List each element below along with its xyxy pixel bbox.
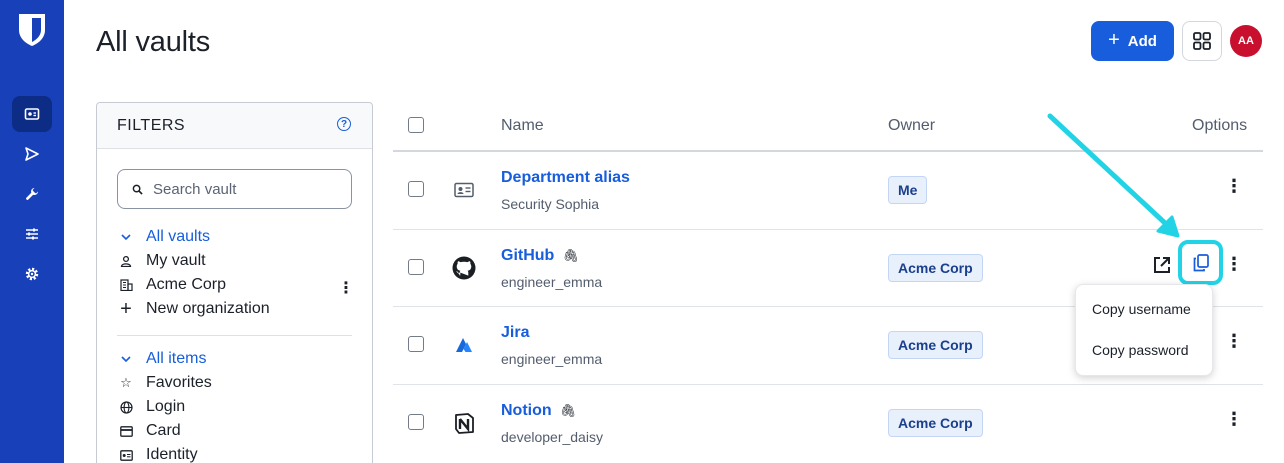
row-options-icon[interactable]: ⋮: [1225, 176, 1243, 196]
product-switcher-button[interactable]: [1182, 21, 1222, 61]
item-name-link[interactable]: Notion 🖇: [501, 402, 576, 420]
row-divider: [393, 384, 1263, 385]
id-card-icon: [119, 449, 133, 461]
filter-identity[interactable]: Identity: [119, 444, 198, 463]
jira-icon: [452, 333, 476, 357]
filter-favorites[interactable]: ☆ Favorites: [119, 372, 212, 394]
filter-my-vault-label: My vault: [146, 252, 206, 269]
row-checkbox[interactable]: [408, 414, 424, 430]
filters-divider: [117, 335, 352, 336]
owner-badge: Acme Corp: [888, 409, 983, 437]
owner-badge: Acme Corp: [888, 254, 983, 282]
globe-icon: [119, 400, 133, 414]
column-header-name[interactable]: Name: [501, 117, 544, 135]
copy-username-menu-item[interactable]: Copy username: [1092, 301, 1191, 317]
search-field[interactable]: [117, 169, 352, 209]
filters-panel: FILTERS ? All vaults My vault Acme Corp …: [96, 102, 373, 463]
owner-badge: Acme Corp: [888, 331, 983, 359]
item-name-link[interactable]: GitHub 🖇: [501, 247, 579, 265]
send-icon: [25, 147, 39, 161]
item-subtitle: Security Sophia: [501, 196, 600, 212]
shield-logo-icon[interactable]: [17, 12, 47, 48]
id-card-icon: [452, 178, 476, 202]
plus-icon: +: [1108, 29, 1120, 51]
item-name-link[interactable]: Department alias: [501, 169, 630, 187]
sidebar: [0, 0, 64, 463]
filter-new-organization[interactable]: + New organization: [119, 297, 270, 320]
credit-card-icon: [119, 425, 133, 437]
github-icon: [452, 256, 476, 280]
item-name-text: Notion: [501, 402, 552, 419]
filter-all-items[interactable]: All items: [119, 348, 206, 370]
add-button[interactable]: + Add: [1091, 21, 1174, 61]
item-name-link[interactable]: Jira: [501, 324, 529, 342]
row-options-icon[interactable]: ⋮: [1225, 409, 1243, 429]
item-name-text: GitHub: [501, 247, 555, 264]
app-window: All vaults + Add AA FILTERS ? All vaults…: [0, 0, 1284, 463]
filters-header: FILTERS ?: [97, 103, 372, 149]
launch-icon[interactable]: [1152, 255, 1172, 275]
table-header-divider: [393, 150, 1263, 152]
filter-new-organization-label: New organization: [146, 300, 270, 317]
page-title: All vaults: [96, 26, 211, 58]
copy-icon: [1193, 253, 1209, 271]
star-icon: ☆: [120, 375, 132, 390]
row-options-icon[interactable]: ⋮: [1225, 331, 1243, 351]
select-all-checkbox[interactable]: [408, 117, 424, 133]
wrench-icon: [26, 188, 38, 200]
filter-all-vaults-label: All vaults: [146, 228, 211, 245]
attachment-icon: 🖇: [562, 248, 579, 263]
item-subtitle: engineer_emma: [501, 274, 603, 290]
filter-acme-corp-label: Acme Corp: [146, 276, 227, 293]
row-checkbox[interactable]: [408, 336, 424, 352]
filter-all-items-label: All items: [146, 350, 207, 367]
gear-icon: [25, 267, 39, 281]
filter-my-vault[interactable]: My vault: [119, 250, 206, 272]
sidebar-item-settings[interactable]: [12, 256, 52, 292]
org-options-icon[interactable]: ⋮: [338, 278, 354, 298]
item-name-text: Department alias: [501, 169, 630, 186]
filter-login[interactable]: Login: [119, 396, 185, 418]
plus-icon: +: [120, 297, 132, 320]
row-options-icon[interactable]: ⋮: [1225, 254, 1243, 274]
filter-favorites-label: Favorites: [146, 374, 212, 391]
copy-button[interactable]: [1178, 240, 1223, 285]
chevron-down-icon: [119, 233, 133, 241]
row-divider: [393, 229, 1263, 230]
add-button-label: Add: [1127, 32, 1157, 50]
search-icon: [132, 184, 143, 195]
copy-menu: Copy username Copy password: [1075, 284, 1213, 376]
notion-icon: [452, 411, 476, 435]
column-header-options: Options: [1192, 117, 1248, 134]
row-checkbox[interactable]: [408, 259, 424, 275]
column-header-owner[interactable]: Owner: [888, 117, 935, 135]
filter-login-label: Login: [146, 398, 186, 415]
item-name-text: Jira: [501, 324, 530, 341]
sliders-icon: [26, 228, 38, 240]
sidebar-item-reports[interactable]: [12, 216, 52, 252]
sidebar-item-vault[interactable]: [12, 96, 52, 132]
avatar[interactable]: AA: [1230, 25, 1262, 57]
filters-title: FILTERS: [117, 117, 186, 134]
item-subtitle: engineer_emma: [501, 351, 603, 367]
question-icon[interactable]: ?: [337, 117, 351, 131]
filter-acme-corp[interactable]: Acme Corp: [119, 274, 226, 296]
search-input[interactable]: [153, 180, 343, 198]
user-icon: [119, 255, 133, 267]
chevron-down-icon: [119, 355, 133, 363]
filter-all-vaults[interactable]: All vaults: [119, 226, 210, 248]
item-subtitle: developer_daisy: [501, 429, 603, 445]
attachment-icon: 🖇: [559, 403, 577, 418]
filter-card-label: Card: [146, 422, 181, 439]
vault-icon: [24, 108, 40, 120]
building-icon: [119, 279, 133, 291]
copy-password-menu-item[interactable]: Copy password: [1092, 342, 1189, 358]
sidebar-item-tools[interactable]: [12, 176, 52, 212]
row-checkbox[interactable]: [408, 181, 424, 197]
sidebar-item-send[interactable]: [12, 136, 52, 172]
grid-icon: [1193, 32, 1211, 50]
filter-card[interactable]: Card: [119, 420, 181, 442]
owner-badge: Me: [888, 176, 928, 204]
filter-identity-label: Identity: [146, 446, 198, 463]
